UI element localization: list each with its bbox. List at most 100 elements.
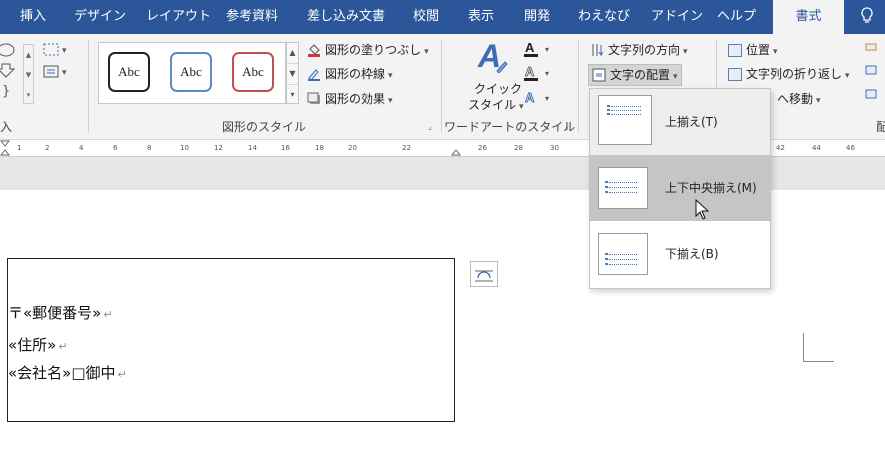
tab-review[interactable]: 校閲 bbox=[413, 0, 439, 34]
text-direction-label: 文字列の方向 bbox=[608, 43, 681, 57]
shape-effects-icon bbox=[307, 92, 321, 106]
svg-text:A: A bbox=[525, 90, 535, 105]
position-button[interactable]: 位置 ▾ bbox=[728, 40, 778, 60]
paint-bucket-icon bbox=[307, 44, 321, 57]
text-fill-button[interactable]: A ▾ bbox=[523, 40, 557, 62]
align-top-label: 上揃え(T) bbox=[665, 115, 718, 129]
align-top-icon bbox=[598, 95, 652, 145]
ruler-tick: 16 bbox=[281, 144, 290, 152]
pen-icon bbox=[307, 68, 321, 81]
align-bottom-option[interactable]: 下揃え(B) bbox=[590, 221, 770, 287]
svg-text:▾: ▾ bbox=[545, 45, 549, 54]
edit-shape-icon[interactable]: ▾ bbox=[42, 42, 72, 62]
bring-forward-button[interactable]: へ移動 ▾ bbox=[777, 89, 821, 109]
align-objects-icon[interactable] bbox=[862, 40, 880, 110]
ruler-tick: 28 bbox=[514, 144, 523, 152]
ruler-tick: 26 bbox=[478, 144, 487, 152]
shape-style-option-3[interactable]: Abc bbox=[232, 52, 274, 92]
shape-brace-icon[interactable]: } bbox=[2, 84, 10, 99]
align-bottom-icon bbox=[598, 233, 648, 275]
text-box-icon[interactable]: ▾ bbox=[42, 64, 72, 84]
svg-text:▾: ▾ bbox=[545, 94, 549, 103]
text-direction-icon bbox=[590, 44, 604, 57]
shape-effects-label: 図形の効果 bbox=[325, 92, 386, 106]
tab-insert[interactable]: 挿入 bbox=[20, 0, 46, 34]
bring-forward-label: へ移動 bbox=[777, 92, 814, 106]
shape-outline-label: 図形の枠線 bbox=[325, 67, 386, 81]
layout-options-button[interactable] bbox=[470, 261, 498, 287]
paragraph-mark-icon: ↵ bbox=[58, 340, 68, 353]
wordart-quick-styles-line2[interactable]: スタイル ▾ bbox=[468, 96, 524, 113]
paragraph-mark-icon: ↵ bbox=[117, 368, 127, 381]
ruler-tick: 14 bbox=[248, 144, 257, 152]
shape-arrow-icon[interactable] bbox=[0, 62, 18, 82]
shape-styles-scroll[interactable]: ▲ ▼ ▾ bbox=[286, 42, 299, 104]
align-middle-label: 上下中央揃え(M) bbox=[665, 181, 757, 195]
svg-text:A: A bbox=[525, 40, 535, 55]
ruler-tick: 12 bbox=[214, 144, 223, 152]
wordart-group-label: ワードアートのスタイル bbox=[444, 120, 576, 134]
align-top-option[interactable]: 上揃え(T) bbox=[590, 89, 770, 155]
ribbon-separator bbox=[441, 40, 442, 132]
tab-mailings[interactable]: 差し込み文書 bbox=[307, 0, 385, 34]
shape-oval-icon[interactable] bbox=[0, 42, 18, 61]
address-line[interactable]: «住所» ↵ bbox=[8, 334, 68, 355]
shape-gallery-scroll[interactable]: ▲ ▼ ▾ bbox=[23, 44, 34, 104]
company-name-line[interactable]: «会社名»□御中 ↵ bbox=[8, 362, 127, 383]
wordart-quick-styles-line1[interactable]: クイック bbox=[474, 80, 522, 97]
ruler-tick: 46 bbox=[846, 144, 855, 152]
tab-references[interactable]: 参考資料 bbox=[226, 0, 278, 34]
ruler-tick: 1 bbox=[17, 144, 22, 152]
ruler-tick: 22 bbox=[402, 144, 411, 152]
shape-styles-launcher-icon[interactable]: ⌟ bbox=[428, 122, 432, 131]
arrange-group-label: 配 bbox=[876, 120, 885, 134]
ruler-tick: 4 bbox=[79, 144, 84, 152]
shape-fill-button[interactable]: 図形の塗りつぶし ▾ bbox=[307, 40, 429, 60]
postal-code-line[interactable]: 〒«郵便番号» ↵ bbox=[8, 302, 113, 323]
insert-shapes-group-label: 入 bbox=[0, 120, 13, 134]
ruler-tick: 42 bbox=[776, 144, 785, 152]
shape-style-option-2[interactable]: Abc bbox=[170, 52, 212, 92]
wrap-text-button[interactable]: 文字列の折り返し ▾ bbox=[728, 64, 850, 84]
ruler-tick: 10 bbox=[180, 144, 189, 152]
ruler-tick: 30 bbox=[550, 144, 559, 152]
ruler-tick: 8 bbox=[147, 144, 152, 152]
ribbon-separator bbox=[578, 40, 579, 132]
address-text-box[interactable] bbox=[7, 258, 455, 422]
text-outline-button[interactable]: A ▾ bbox=[523, 64, 557, 86]
text-direction-button[interactable]: 文字列の方向 ▾ bbox=[590, 40, 688, 60]
shape-style-option-1[interactable]: Abc bbox=[108, 52, 150, 92]
position-label: 位置 bbox=[746, 43, 771, 57]
wrap-text-icon bbox=[728, 68, 742, 81]
tab-view[interactable]: 表示 bbox=[468, 0, 494, 34]
ruler-tick: 44 bbox=[812, 144, 821, 152]
shape-outline-button[interactable]: 図形の枠線 ▾ bbox=[307, 64, 393, 84]
wordart-launcher-icon[interactable]: ⌟ bbox=[565, 122, 569, 131]
text-effects-button[interactable]: A ▾ bbox=[523, 89, 557, 111]
tab-format[interactable]: 書式 bbox=[773, 0, 844, 34]
shape-styles-group-label: 図形のスタイル bbox=[222, 120, 307, 134]
wrap-text-label: 文字列の折り返し bbox=[746, 67, 843, 81]
lightbulb-icon[interactable] bbox=[856, 7, 878, 29]
ruler-tick: 18 bbox=[315, 144, 324, 152]
tab-layout[interactable]: レイアウト bbox=[146, 0, 211, 34]
align-middle-icon bbox=[598, 167, 648, 209]
svg-text:▾: ▾ bbox=[62, 68, 67, 78]
align-bottom-label: 下揃え(B) bbox=[665, 247, 719, 261]
ruler-tick: 6 bbox=[113, 144, 118, 152]
align-text-icon bbox=[592, 68, 606, 82]
tab-developer[interactable]: 開発 bbox=[524, 0, 550, 34]
align-middle-option[interactable]: 上下中央揃え(M) bbox=[590, 155, 770, 221]
svg-text:▾: ▾ bbox=[545, 69, 549, 78]
tab-design[interactable]: デザイン bbox=[74, 0, 126, 34]
ruler-tick: 2 bbox=[45, 144, 50, 152]
mouse-pointer-icon bbox=[695, 198, 710, 221]
tab-help[interactable]: ヘルプ bbox=[717, 0, 756, 34]
shape-effects-button[interactable]: 図形の効果 ▾ bbox=[307, 89, 393, 109]
svg-text:A: A bbox=[525, 64, 535, 79]
ruler-tick: 20 bbox=[348, 144, 357, 152]
tab-addins[interactable]: アドイン bbox=[651, 0, 703, 34]
page-corner-marker bbox=[803, 333, 834, 362]
tab-waenavi[interactable]: わえなび bbox=[578, 0, 630, 34]
align-text-button[interactable]: 文字の配置 ▾ bbox=[588, 64, 682, 86]
